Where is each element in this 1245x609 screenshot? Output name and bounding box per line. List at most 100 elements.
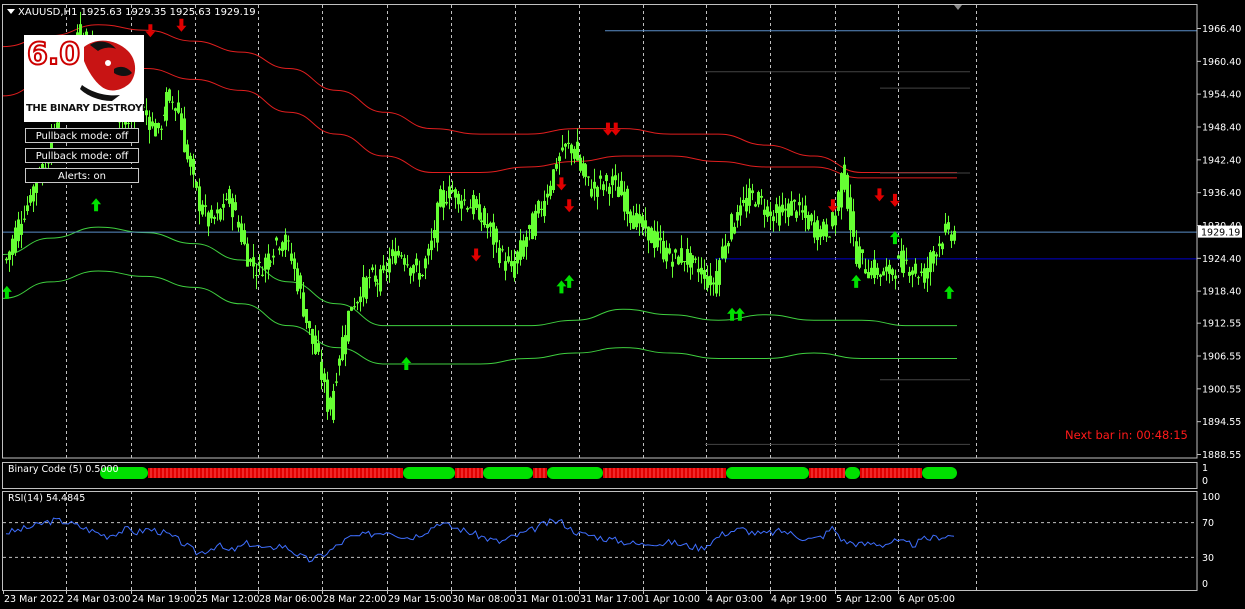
candle-body [590, 188, 593, 197]
candle-body [855, 241, 858, 264]
candle-body [599, 175, 602, 179]
candle-body [840, 173, 843, 208]
candle-body [784, 208, 787, 211]
candle-body [409, 267, 412, 276]
symbol-header: XAUUSD,H1 1925.63 1929.35 1925.63 1929.1… [18, 7, 256, 18]
candle-body [365, 277, 368, 299]
candle-body [23, 218, 26, 220]
logo-version: 6.0 [26, 36, 81, 73]
candle-body [671, 261, 674, 267]
candle-body [317, 343, 320, 352]
binary-green-segment [845, 467, 860, 479]
candle-body [894, 275, 897, 279]
candle-body [14, 227, 17, 253]
candle-body [400, 255, 403, 257]
candle-body [902, 250, 905, 274]
sell-arrow-icon [176, 18, 187, 32]
candle-body [448, 186, 451, 199]
candle-body [11, 238, 14, 255]
candle-body [620, 180, 623, 196]
binary-destroyer-logo: 6.0 THE BINARY DESTROYER [24, 35, 144, 122]
rsi-panel-frame [2, 491, 1198, 591]
y-tick-label: 1960.40 [1202, 57, 1241, 68]
candle-body [148, 116, 151, 130]
candle-body [296, 268, 299, 292]
candle-body [26, 205, 29, 212]
candle-body [587, 176, 590, 178]
candle-body [17, 219, 20, 242]
candle-body [207, 212, 210, 227]
candle-body [754, 204, 757, 207]
chevron-down-icon[interactable] [7, 9, 15, 14]
candle-body [605, 175, 608, 182]
x-tick-label: 31 Mar 01:00 [516, 594, 579, 605]
candle-body [418, 273, 421, 280]
candle-body [712, 282, 715, 285]
trading-chart[interactable]: 1966.40 1960.40 1954.40 1948.40 1942.40 1936.… [0, 0, 1245, 609]
candle-body [861, 249, 864, 253]
candle-body [516, 251, 519, 264]
candle-body [213, 217, 216, 219]
candle-body [632, 215, 635, 229]
y-tick-label: 1948.40 [1202, 122, 1241, 133]
candle-body [546, 193, 549, 198]
candle-body [382, 265, 385, 271]
candle-body [174, 108, 177, 111]
candle-body [478, 204, 481, 220]
candle-body [445, 201, 448, 204]
candle-body [240, 223, 243, 242]
binary-y-tick-label: 1 [1202, 463, 1208, 474]
candle-body [846, 174, 849, 209]
x-tick-label: 25 Mar 12:00 [196, 594, 259, 605]
candle-body [326, 379, 329, 412]
candle-body [332, 390, 335, 420]
candle-body [579, 157, 582, 171]
candle-body [537, 200, 540, 214]
candle-body [430, 240, 433, 251]
alerts-button[interactable]: Alerts: on [25, 168, 139, 183]
candle-body [335, 381, 338, 383]
candle-body [436, 202, 439, 243]
axes: 1966.40 1960.40 1954.40 1948.40 1942.40 1936.… [3, 24, 1242, 605]
y-tick-label: 1918.40 [1202, 287, 1241, 298]
candle-body [480, 220, 483, 223]
y-tick-label: 1906.55 [1202, 352, 1241, 363]
candle-body [338, 358, 341, 366]
candle-body [8, 251, 11, 260]
logo-title: THE BINARY DESTROYER [26, 103, 144, 114]
candle-body [769, 211, 772, 216]
candle-body [160, 128, 163, 130]
candle-body [629, 211, 632, 224]
candle-body [371, 267, 374, 270]
pullback-mode-button[interactable]: Pullback mode: off [25, 128, 139, 143]
chart-shift-marker-icon[interactable] [954, 5, 962, 10]
candle-body [154, 123, 157, 137]
candle-body [929, 252, 932, 273]
candle-body [225, 198, 228, 200]
rsi-y-tick-label: 30 [1202, 553, 1214, 564]
candle-body [778, 206, 781, 226]
candle-body [858, 246, 861, 268]
candle-body [305, 308, 308, 323]
candle-body [261, 274, 264, 276]
sell-arrow-icon [827, 199, 838, 213]
candle-body [576, 141, 579, 161]
sell-arrow-icon [874, 188, 885, 202]
rsi-panel [3, 517, 1197, 563]
candle-body [659, 237, 662, 241]
candle-body [275, 237, 278, 241]
candle-body [751, 190, 754, 194]
candle-body [867, 271, 870, 279]
candle-body [284, 234, 287, 250]
candle-body [421, 275, 424, 277]
binary-green-segment [547, 467, 603, 479]
pullback-mode-button-2[interactable]: Pullback mode: off [25, 148, 139, 163]
candle-body [246, 243, 249, 267]
candle-body [873, 259, 876, 279]
x-tick-label: 5 Apr 12:00 [836, 594, 892, 605]
candle-body [834, 215, 837, 226]
x-tick-label: 30 Mar 08:00 [452, 594, 515, 605]
buy-arrow-icon [556, 280, 567, 294]
candle-body [623, 191, 626, 212]
candles [5, 11, 956, 424]
